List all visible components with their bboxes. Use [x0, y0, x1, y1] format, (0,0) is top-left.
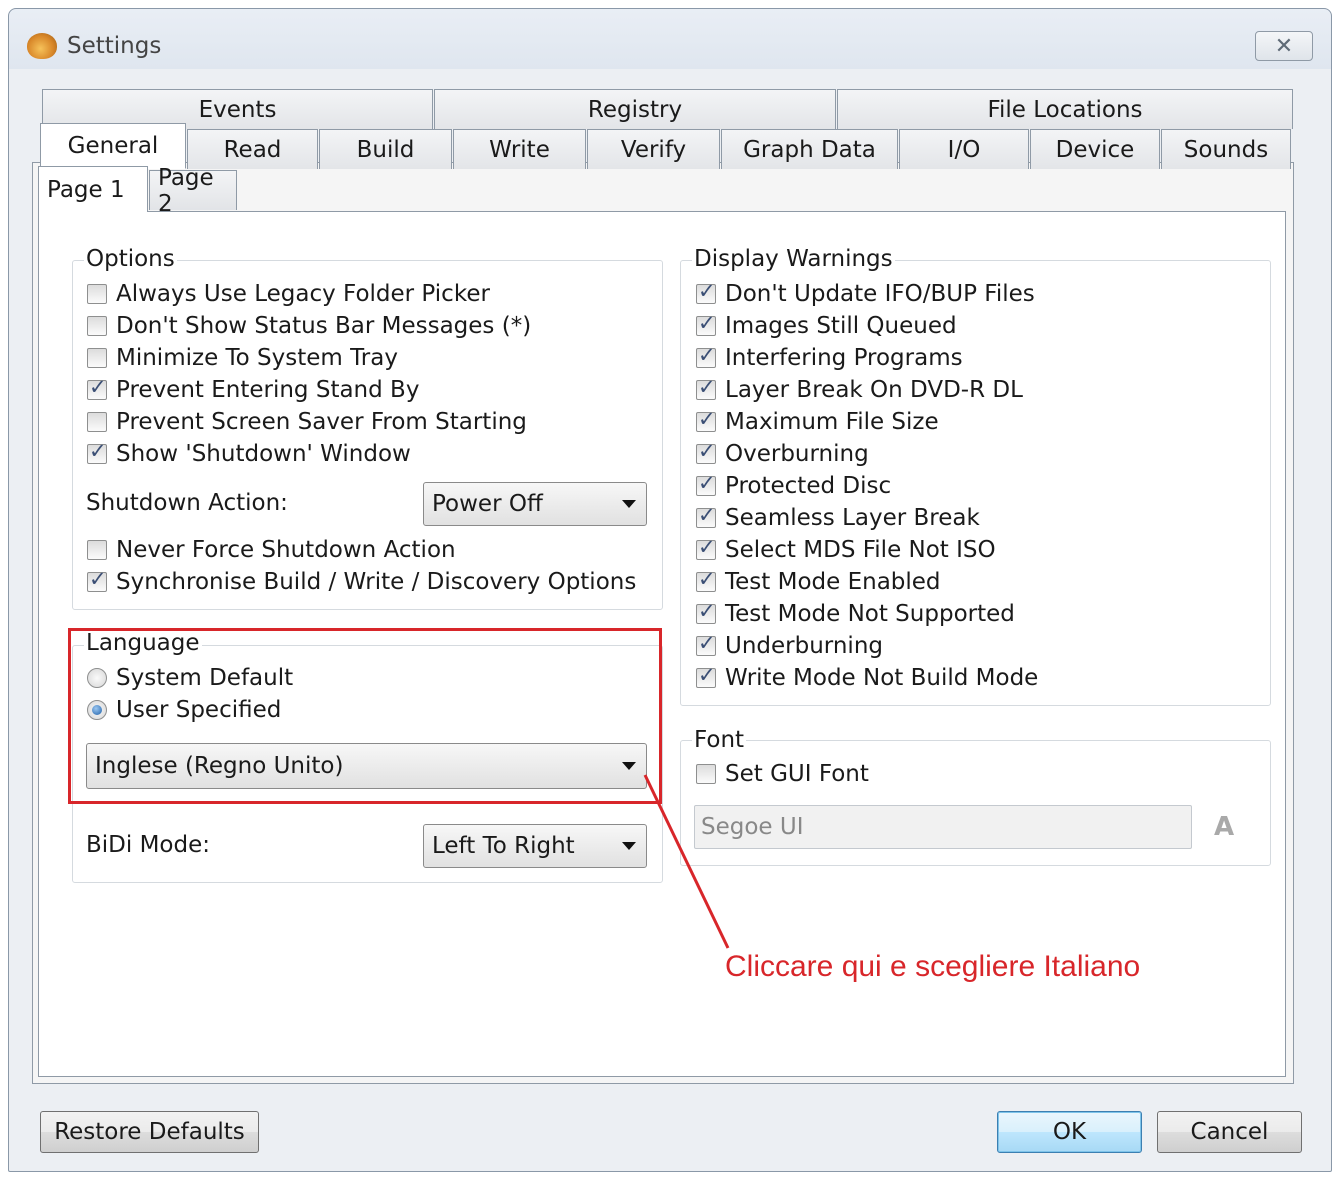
annotation-text: Cliccare qui e scegliere Italiano [725, 950, 1141, 983]
ok-button[interactable]: OK [997, 1111, 1142, 1153]
tab-sounds[interactable]: Sounds [1161, 129, 1291, 169]
tab-device[interactable]: Device [1030, 129, 1160, 169]
tab-build[interactable]: Build [319, 129, 452, 169]
subtab-page-1[interactable]: Page 1 [38, 166, 148, 212]
tab-io[interactable]: I/O [899, 129, 1029, 169]
subtab-page-2[interactable]: Page 2 [149, 165, 237, 217]
restore-defaults-button[interactable]: Restore Defaults [40, 1111, 259, 1153]
tab-read[interactable]: Read [187, 129, 318, 169]
tab-verify[interactable]: Verify [587, 129, 720, 169]
subtab-row: Page 1 Page 2 [38, 165, 238, 217]
tab-graph-data[interactable]: Graph Data [721, 129, 898, 169]
tab-row-bottom: General Read Build Write Verify Graph Da… [40, 123, 1292, 169]
tab-write[interactable]: Write [453, 129, 586, 169]
cancel-button[interactable]: Cancel [1157, 1111, 1302, 1153]
tab-general[interactable]: General [40, 123, 186, 169]
